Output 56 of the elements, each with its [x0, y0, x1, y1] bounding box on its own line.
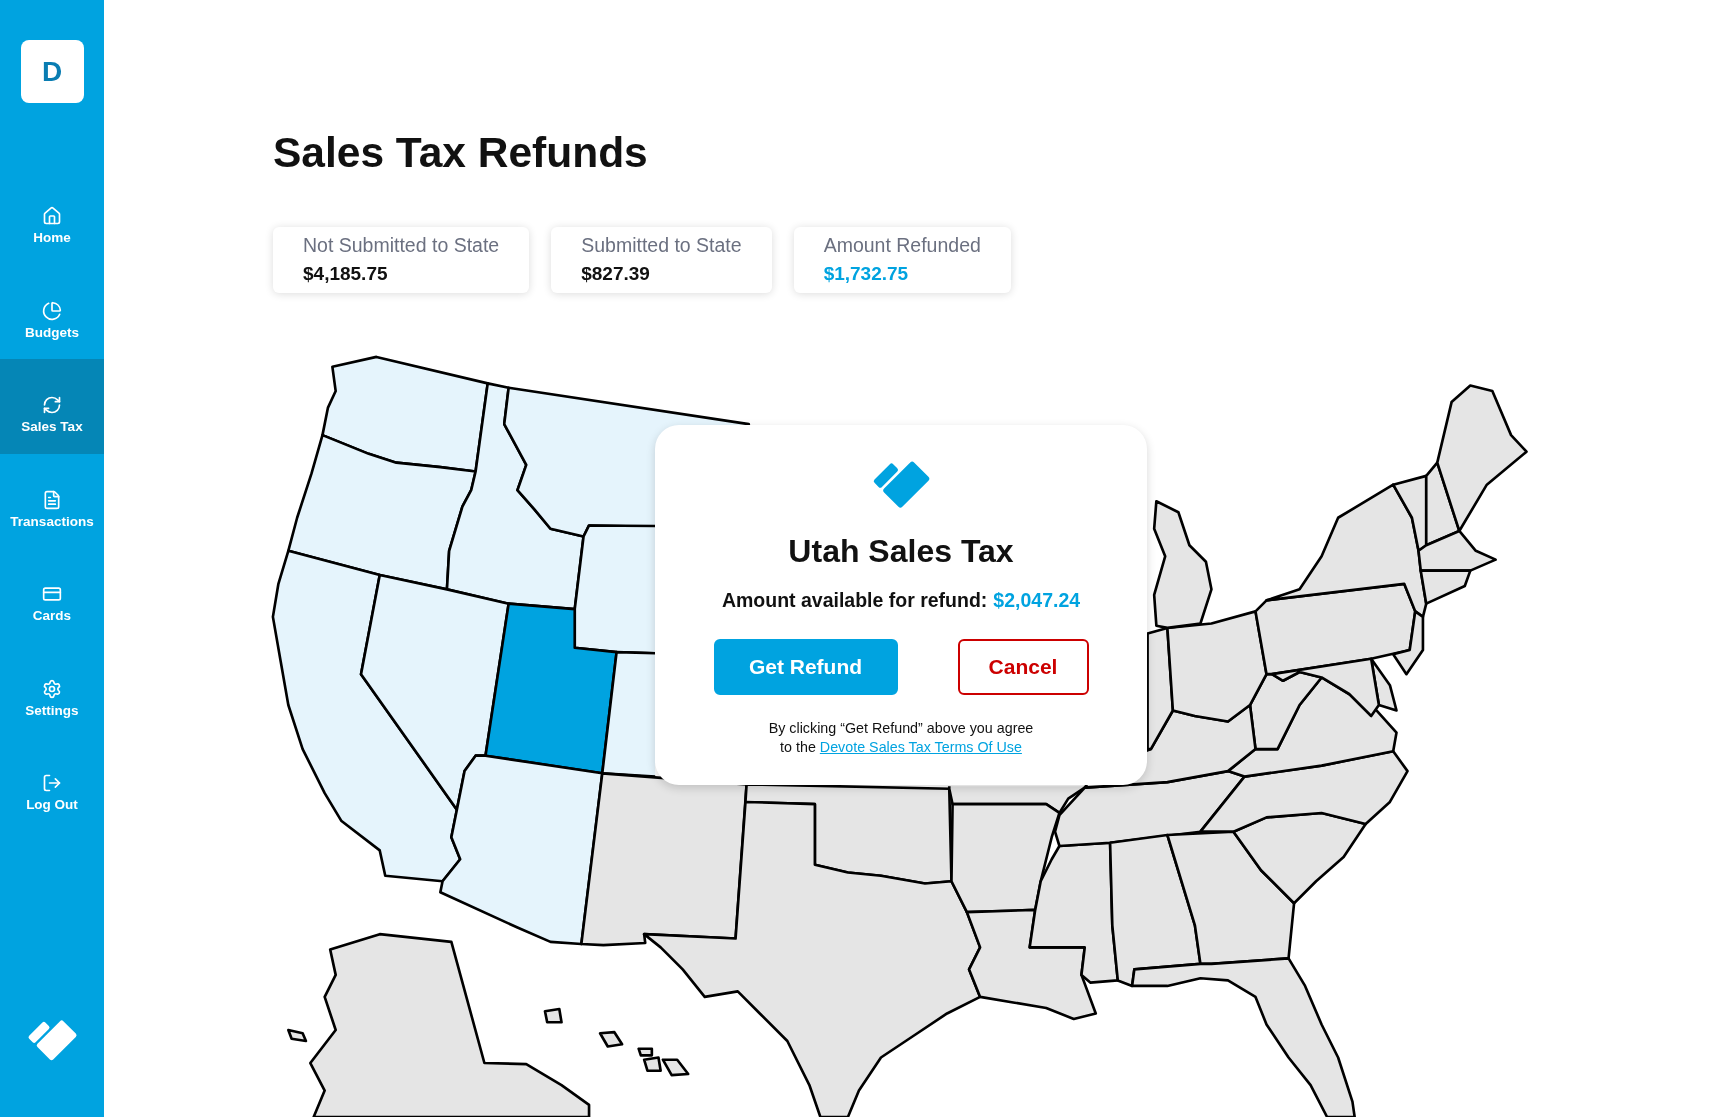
- map-state[interactable]: [287, 433, 477, 591]
- map-state[interactable]: [1199, 749, 1409, 833]
- map-state[interactable]: [642, 800, 982, 1117]
- map-state[interactable]: [965, 908, 1098, 1021]
- nav-item[interactable]: Cards: [0, 548, 104, 643]
- refund-amount: $2,047.24: [993, 587, 1081, 613]
- cancel-button[interactable]: Cancel: [957, 638, 1089, 695]
- map-state[interactable]: [1130, 957, 1356, 1117]
- map-state[interactable]: [950, 802, 1061, 914]
- map-state[interactable]: [1152, 499, 1213, 630]
- map-state[interactable]: [1419, 569, 1472, 605]
- nav-item[interactable]: Settings: [0, 642, 104, 737]
- amount-label: Amount available for refund:: [721, 587, 988, 613]
- refresh-icon: [42, 395, 62, 415]
- map-state[interactable]: [1108, 833, 1202, 988]
- credit-card-icon: [42, 584, 62, 604]
- terms-link[interactable]: Devote Sales Tax Terms Of Use: [819, 738, 1022, 755]
- nav-item[interactable]: Home: [0, 170, 104, 265]
- home-icon: [42, 206, 62, 226]
- map-state[interactable]: [359, 573, 510, 811]
- card-label: Amount Refunded: [823, 234, 981, 257]
- document-icon: [42, 489, 62, 510]
- pie-chart-icon: [42, 300, 62, 321]
- nav-item[interactable]: Transactions: [0, 453, 104, 548]
- map-state[interactable]: [580, 772, 748, 947]
- map-state[interactable]: [287, 932, 591, 1117]
- nav-item[interactable]: Log Out: [0, 737, 104, 832]
- map-state[interactable]: [1417, 529, 1497, 572]
- settings-icon: [42, 678, 62, 699]
- map-state[interactable]: [445, 382, 585, 611]
- map-state[interactable]: [1028, 841, 1120, 984]
- map-state[interactable]: [1232, 811, 1367, 905]
- card-label: Submitted to State: [581, 234, 742, 257]
- app-logo: D: [20, 40, 84, 103]
- dialog-title: Utah Sales Tax: [788, 531, 1014, 571]
- map-state[interactable]: [600, 650, 656, 778]
- map-state[interactable]: [543, 1007, 690, 1077]
- map-state[interactable]: [439, 754, 604, 946]
- terms-text: By clicking “Get Refund” above you agree to the Devote Sales Tax Terms Of Use: [768, 718, 1034, 757]
- logout-icon: [42, 773, 62, 793]
- get-refund-button[interactable]: Get Refund: [713, 638, 898, 695]
- map-state[interactable]: [1166, 830, 1296, 966]
- logo-icon: [26, 1019, 78, 1062]
- logo-icon: [871, 460, 931, 510]
- card-value: $827.39: [581, 262, 651, 285]
- card-value: $4,185.75: [303, 262, 389, 285]
- map-state[interactable]: [1391, 610, 1425, 676]
- map-state[interactable]: [484, 602, 618, 775]
- card-value: $1,732.75: [823, 262, 910, 285]
- nav-item[interactable]: Budgets: [0, 264, 104, 359]
- map-state[interactable]: [573, 524, 656, 655]
- nav-item[interactable]: Sales Tax: [0, 359, 104, 454]
- map-state[interactable]: [321, 355, 490, 473]
- map-state[interactable]: [744, 783, 953, 885]
- card-label: Not Submitted to State: [303, 234, 500, 257]
- page-title: Sales Tax Refunds: [273, 128, 648, 178]
